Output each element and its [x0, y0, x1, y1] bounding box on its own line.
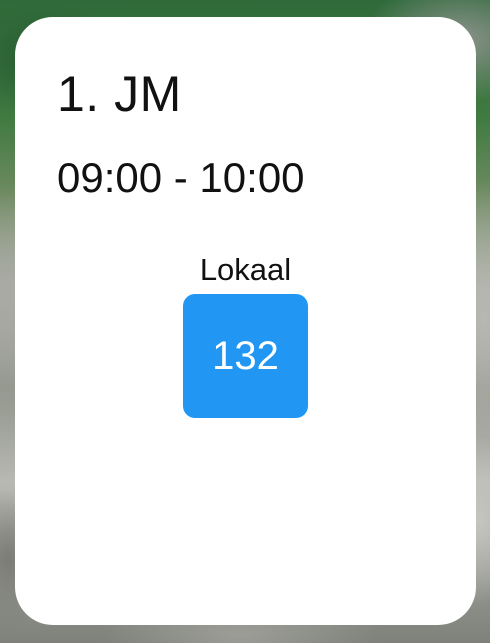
- class-name: 1. JM: [57, 66, 182, 122]
- room-number: 132: [212, 334, 279, 378]
- room-label: Lokaal: [199, 252, 292, 287]
- room-number-badge: 132: [183, 294, 308, 418]
- lesson-time-range: 09:00 - 10:00: [57, 154, 305, 201]
- lesson-card[interactable]: 1. JM 09:00 - 10:00 Lokaal 132: [15, 17, 476, 625]
